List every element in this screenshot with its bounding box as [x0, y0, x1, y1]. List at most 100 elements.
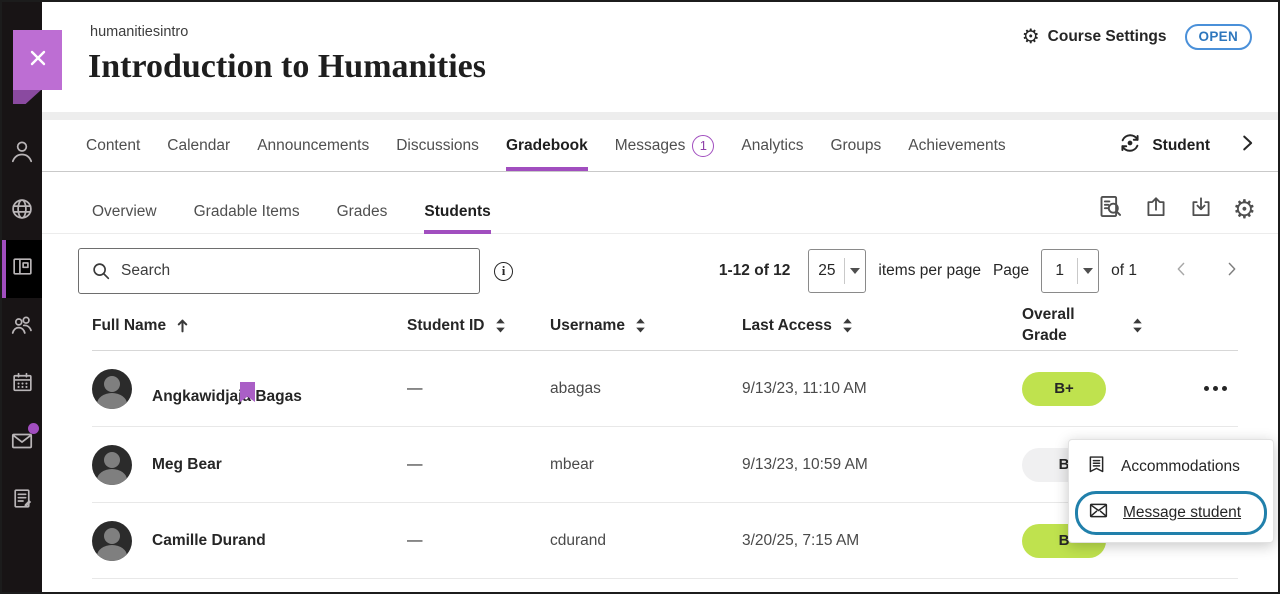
- sort-icon: [495, 318, 506, 333]
- sidebar-item-institution[interactable]: [2, 182, 42, 240]
- last-access-cell: 3/20/25, 7:15 AM: [742, 532, 1022, 550]
- student-name-link[interactable]: Angkawidjaja Bagas: [152, 388, 302, 406]
- tab-content[interactable]: Content: [86, 120, 140, 171]
- column-header-overall-grade[interactable]: Overall Grade: [1022, 305, 1192, 347]
- tab-gradable-items[interactable]: Gradable Items: [194, 190, 300, 233]
- search-input[interactable]: [78, 248, 480, 294]
- close-icon: [24, 44, 52, 77]
- envelope-icon: [1088, 500, 1109, 526]
- course-header: humanitiesintro Introduction to Humaniti…: [42, 2, 1278, 112]
- chevron-right-icon: [1236, 132, 1258, 159]
- username-cell: mbear: [550, 456, 742, 474]
- table-row: Camille Durand — cdurand 3/20/25, 7:15 A…: [92, 503, 1238, 579]
- items-per-page-select[interactable]: 25: [808, 249, 866, 293]
- tab-calendar[interactable]: Calendar: [167, 120, 230, 171]
- upload-gradebook-button[interactable]: [1143, 194, 1169, 225]
- table-controls: i 1-12 of 12 25 items per page Page 1 of…: [42, 247, 1278, 295]
- student-id-cell: —: [407, 456, 550, 474]
- tab-overview[interactable]: Overview: [92, 190, 157, 233]
- course-status-badge[interactable]: OPEN: [1185, 24, 1252, 50]
- course-page: humanitiesintro Introduction to Humaniti…: [0, 0, 1280, 594]
- page-total-label: of 1: [1111, 262, 1137, 280]
- calendar-icon: [10, 370, 35, 400]
- accommodations-icon: [1086, 454, 1107, 480]
- page-label: Page: [993, 262, 1029, 280]
- accommodations-flag-icon: [239, 381, 256, 409]
- column-header-last-access[interactable]: Last Access: [742, 317, 1022, 335]
- table-row: Angkawidjaja Bagas — abagas 9/13/23, 11:…: [92, 351, 1238, 427]
- profile-icon: [9, 138, 35, 169]
- info-icon[interactable]: i: [494, 262, 513, 281]
- sidebar-item-community[interactable]: [2, 298, 42, 356]
- table-row: Meg Bear — mbear 9/13/23, 10:59 AM B: [92, 427, 1238, 503]
- sidebar-item-profile[interactable]: [2, 124, 42, 182]
- community-icon: [9, 312, 35, 343]
- avatar: [92, 445, 132, 485]
- table-header-row: Full Name Student ID Username Last Acces…: [92, 301, 1238, 351]
- student-name-link[interactable]: Meg Bear: [152, 456, 222, 474]
- row-menu-button[interactable]: [1198, 380, 1233, 397]
- page-title: Introduction to Humanities: [88, 48, 486, 86]
- student-activity-report-button[interactable]: [1097, 193, 1124, 225]
- messages-notification-dot: [28, 423, 39, 434]
- course-navbar: Content Calendar Announcements Discussio…: [42, 120, 1278, 172]
- gear-icon: ⚙: [1233, 196, 1256, 222]
- sort-ascending-icon: [176, 318, 189, 333]
- tab-analytics[interactable]: Analytics: [741, 120, 803, 171]
- course-settings-button[interactable]: ⚙ Course Settings: [1022, 27, 1167, 47]
- gradebook-subnav: Overview Gradable Items Grades Students: [42, 190, 1278, 234]
- items-per-page-label: items per page: [878, 262, 981, 280]
- column-header-username[interactable]: Username: [550, 317, 742, 335]
- tab-groups[interactable]: Groups: [830, 120, 881, 171]
- student-id-cell: —: [407, 380, 550, 398]
- avatar: [92, 369, 132, 409]
- sidebar-item-calendar[interactable]: [2, 356, 42, 414]
- menu-item-message-student[interactable]: Message student: [1078, 494, 1264, 532]
- close-course-button[interactable]: [13, 30, 62, 90]
- nav-overflow-button[interactable]: [1236, 132, 1258, 159]
- student-name-link[interactable]: Camille Durand: [152, 532, 266, 550]
- column-header-student-id[interactable]: Student ID: [407, 317, 550, 335]
- tab-announcements[interactable]: Announcements: [257, 120, 369, 171]
- sort-icon: [635, 318, 646, 333]
- column-header-full-name[interactable]: Full Name: [92, 317, 407, 335]
- messages-count-badge: 1: [692, 135, 714, 157]
- course-id: humanitiesintro: [90, 24, 188, 40]
- student-preview-button[interactable]: Student: [1117, 130, 1210, 161]
- last-access-cell: 9/13/23, 10:59 AM: [742, 456, 1022, 474]
- document-search-icon: [1097, 193, 1124, 225]
- header-divider-band: [42, 112, 1278, 120]
- tab-discussions[interactable]: Discussions: [396, 120, 479, 171]
- tab-students[interactable]: Students: [424, 190, 490, 233]
- sidebar-item-messages[interactable]: [2, 414, 42, 472]
- username-cell: cdurand: [550, 532, 742, 550]
- sidebar-item-grades[interactable]: [2, 472, 42, 530]
- tab-grades[interactable]: Grades: [337, 190, 388, 233]
- next-page-button[interactable]: [1223, 259, 1240, 284]
- course-settings-label: Course Settings: [1048, 28, 1167, 46]
- sort-icon: [1132, 318, 1143, 333]
- gear-icon: ⚙: [1022, 27, 1040, 47]
- avatar: [92, 521, 132, 561]
- tab-gradebook[interactable]: Gradebook: [506, 120, 588, 171]
- overall-grade-pill[interactable]: B+: [1022, 372, 1106, 406]
- menu-item-accommodations[interactable]: Accommodations: [1069, 445, 1273, 489]
- chevron-down-icon: [1078, 268, 1098, 274]
- previous-page-button[interactable]: [1173, 259, 1190, 284]
- sort-icon: [842, 318, 853, 333]
- download-icon: [1188, 194, 1214, 225]
- tab-achievements[interactable]: Achievements: [908, 120, 1005, 171]
- download-gradebook-button[interactable]: [1188, 194, 1214, 225]
- username-cell: abagas: [550, 380, 742, 398]
- last-access-cell: 9/13/23, 11:10 AM: [742, 380, 1022, 398]
- grades-icon: [10, 486, 35, 516]
- tab-messages[interactable]: Messages 1: [615, 120, 715, 171]
- gradebook-settings-button[interactable]: ⚙: [1233, 196, 1256, 222]
- results-range: 1-12 of 12: [719, 262, 791, 280]
- upload-icon: [1143, 194, 1169, 225]
- student-id-cell: —: [407, 532, 550, 550]
- page-number-select[interactable]: 1: [1041, 249, 1099, 293]
- globe-icon: [9, 196, 35, 227]
- row-context-menu: Accommodations Message student: [1068, 439, 1274, 543]
- sidebar-item-courses[interactable]: [2, 240, 42, 298]
